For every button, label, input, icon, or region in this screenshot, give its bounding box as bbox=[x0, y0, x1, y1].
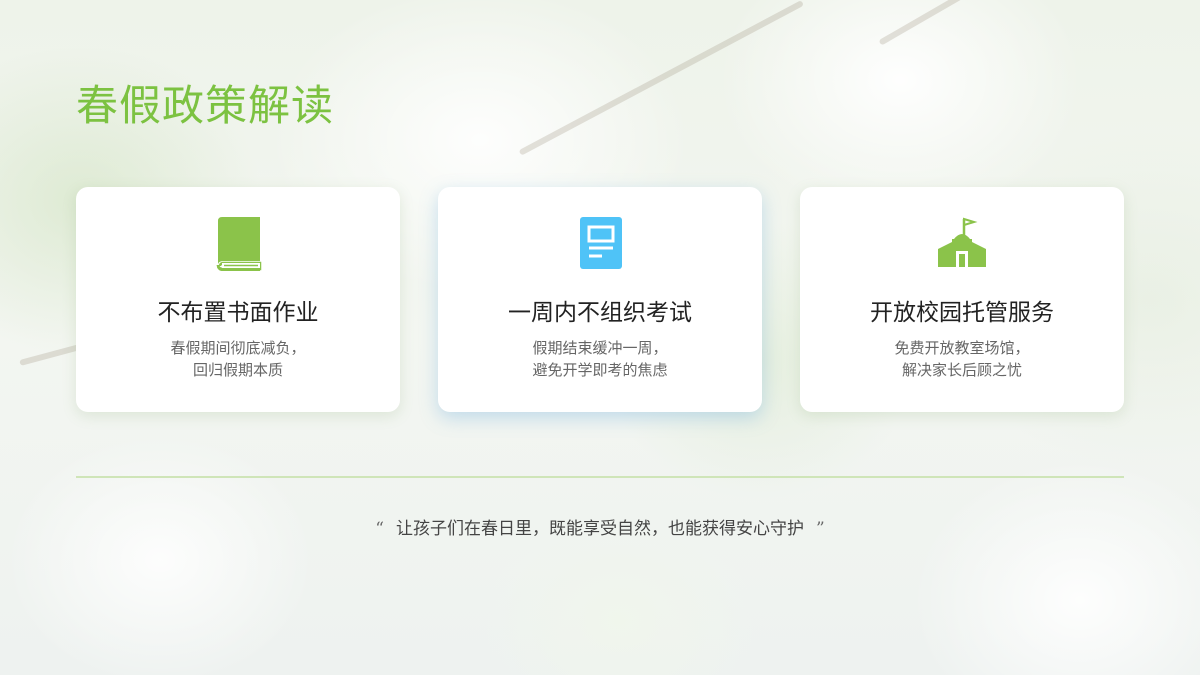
document-icon bbox=[580, 217, 622, 269]
card-description: 春假期间彻底减负， 回归假期本质 bbox=[76, 337, 400, 381]
quote-text: 让孩子们在春日里，既能享受自然，也能获得安心守护 bbox=[396, 519, 804, 539]
card-heading: 不布置书面作业 bbox=[157, 300, 319, 326]
quote: “ 让孩子们在春日里，既能享受自然，也能获得安心守护 ” bbox=[0, 514, 1200, 539]
divider bbox=[76, 476, 1124, 478]
quote-close-mark: ” bbox=[816, 519, 825, 539]
page-title: 春假政策解读 bbox=[76, 81, 335, 130]
card-description-line: 避免开学即考的焦虑 bbox=[532, 361, 668, 379]
book-icon bbox=[216, 217, 262, 271]
card-no-exams: 一周内不组织考试 假期结束缓冲一周， 避免开学即考的焦虑 bbox=[438, 187, 762, 412]
card-description-line: 春假期间彻底减负， bbox=[170, 339, 306, 357]
card-heading: 开放校园托管服务 bbox=[870, 300, 1054, 326]
card-description-line: 回归假期本质 bbox=[192, 361, 283, 379]
school-icon bbox=[938, 217, 986, 267]
card-description-line: 解决家长后顾之忧 bbox=[901, 361, 1022, 379]
card-description-line: 假期结束缓冲一周， bbox=[532, 339, 668, 357]
card-no-homework: 不布置书面作业 春假期间彻底减负， 回归假期本质 bbox=[76, 187, 400, 412]
card-heading: 一周内不组织考试 bbox=[508, 300, 692, 326]
card-description: 免费开放教室场馆， 解决家长后顾之忧 bbox=[800, 337, 1124, 381]
card-description-line: 免费开放教室场馆， bbox=[894, 339, 1030, 357]
quote-open-mark: “ bbox=[375, 519, 384, 539]
card-campus-care: 开放校园托管服务 免费开放教室场馆， 解决家长后顾之忧 bbox=[800, 187, 1124, 412]
card-description: 假期结束缓冲一周， 避免开学即考的焦虑 bbox=[438, 337, 762, 381]
